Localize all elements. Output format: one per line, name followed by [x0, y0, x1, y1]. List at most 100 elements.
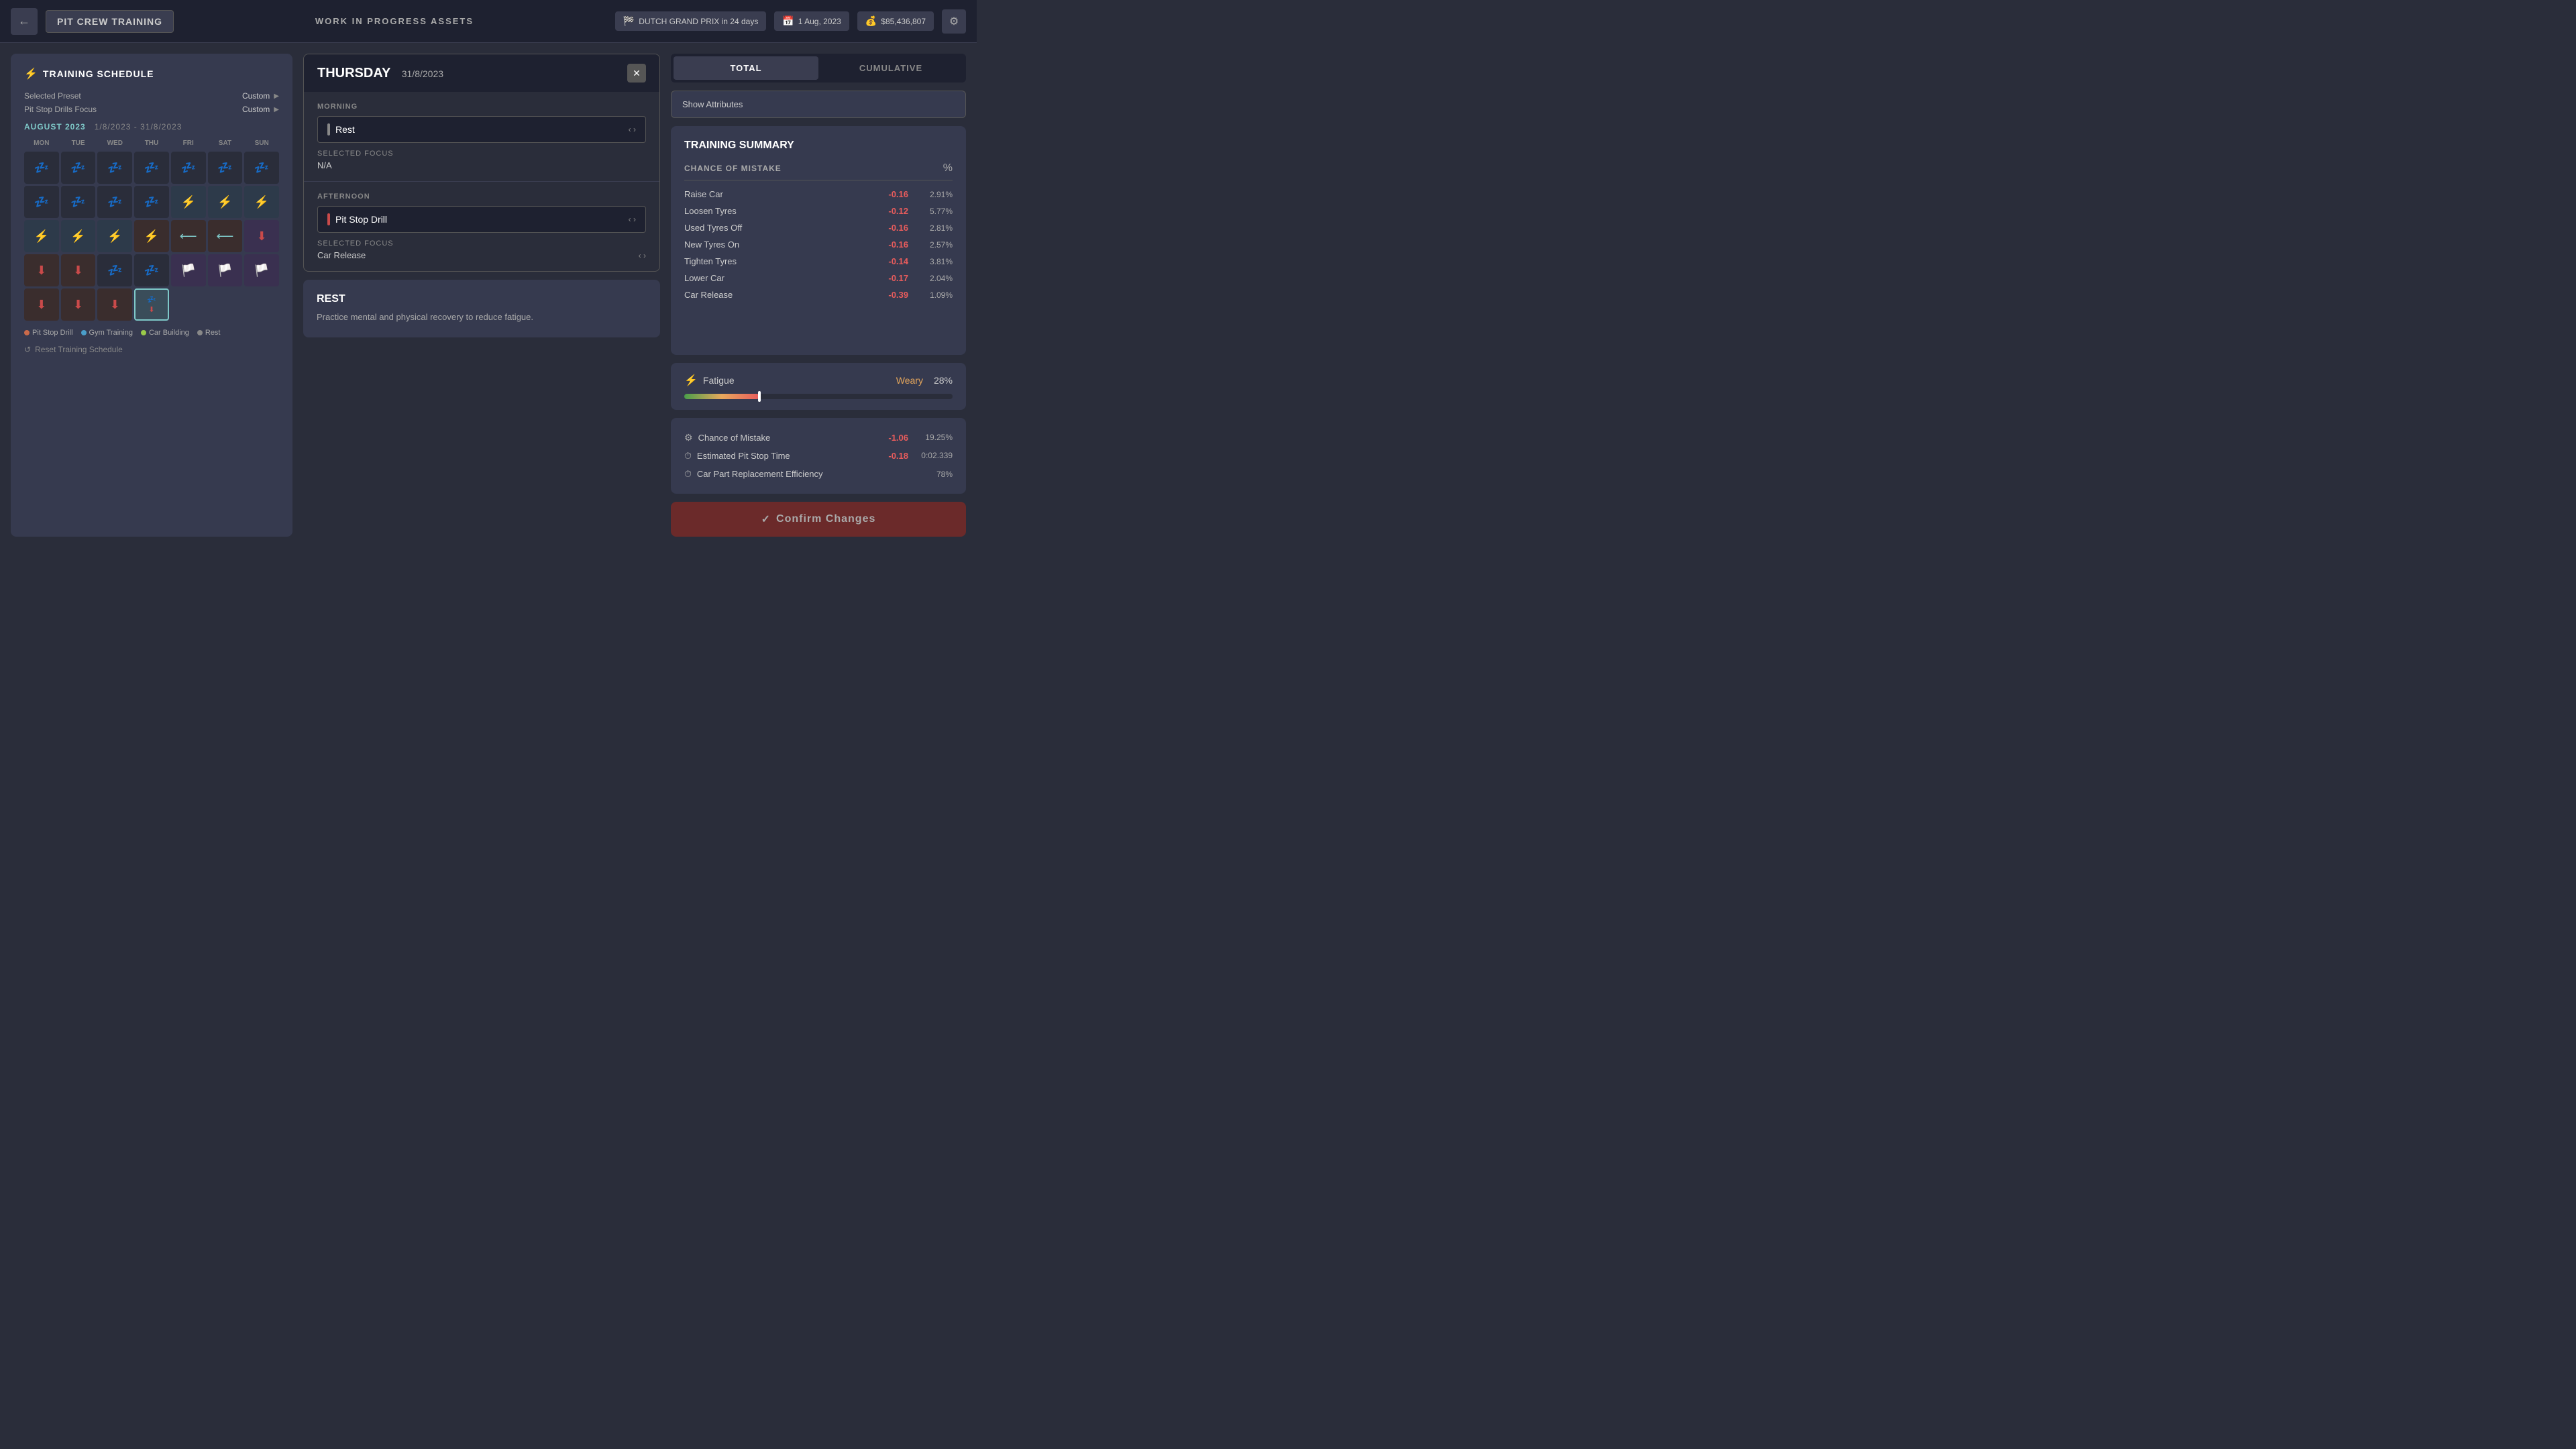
cal-cell-w3-fri[interactable]: ⟵ — [171, 220, 206, 252]
cal-cell-w2-mon[interactable]: 💤 — [24, 186, 59, 218]
cal-cell-w2-sat[interactable]: ⚡ — [208, 186, 243, 218]
morning-activity-selector[interactable]: Rest ‹ › — [317, 116, 646, 143]
afternoon-selector-label: Pit Stop Drill — [327, 213, 387, 225]
cal-cell-w3-mon[interactable]: ⚡ — [24, 220, 59, 252]
morning-section: MORNING Rest ‹ › SELECTED FOCUS N/A — [304, 92, 659, 182]
morning-focus-value: N/A — [317, 160, 332, 170]
summary-row-delta: -0.12 — [888, 206, 908, 216]
cal-cell-w4-thu[interactable]: 💤 — [134, 254, 169, 286]
date-label: 1 Aug, 2023 — [798, 17, 841, 26]
back-button[interactable]: ← — [11, 8, 38, 35]
summary-row: New Tyres On -0.16 2.57% — [684, 236, 953, 253]
cal-cell-w2-fri[interactable]: ⚡ — [171, 186, 206, 218]
top-info: 🏁 DUTCH GRAND PRIX in 24 days 📅 1 Aug, 2… — [615, 9, 966, 34]
summary-row-pct: 2.91% — [919, 190, 953, 199]
preset-value: Custom — [242, 91, 270, 101]
cal-cell-w1-mon[interactable]: 💤 — [24, 152, 59, 184]
cal-cell-w5-fri — [171, 288, 206, 321]
legend-dot-rest — [197, 330, 203, 335]
cal-cell-w4-wed[interactable]: 💤 — [97, 254, 132, 286]
cal-cell-w4-fri[interactable]: 🏳️ — [171, 254, 206, 286]
fatigue-label: Fatigue — [703, 375, 735, 386]
reset-training-button[interactable]: ↺ Reset Training Schedule — [24, 345, 123, 354]
stat-value-efficiency: 78% — [919, 470, 953, 479]
cal-cell-w2-thu[interactable]: 💤 — [134, 186, 169, 218]
legend-label-pit: Pit Stop Drill — [32, 329, 73, 337]
training-schedule-panel: ⚡ TRAINING SCHEDULE Selected Preset Cust… — [11, 54, 292, 537]
stat-label-efficiency: Car Part Replacement Efficiency — [697, 469, 823, 479]
show-attributes-button[interactable]: Show Attributes — [671, 91, 966, 118]
cal-cell-w3-sat[interactable]: ⟵ — [208, 220, 243, 252]
chance-of-mistake-header: CHANCE OF MISTAKE — [684, 164, 782, 173]
afternoon-focus-value-row[interactable]: Car Release ‹ › — [317, 250, 646, 260]
stat-left-mistake: ⚙ Chance of Mistake — [684, 432, 770, 443]
cal-cell-w1-sat[interactable]: 💤 — [208, 152, 243, 184]
modal-close-button[interactable]: ✕ — [627, 64, 646, 83]
stat-values-pittime: -0.18 0:02.339 — [888, 451, 953, 461]
reset-icon: ↺ — [24, 345, 31, 354]
cal-cell-w1-thu[interactable]: 💤 — [134, 152, 169, 184]
cal-cell-w3-thu[interactable]: ⚡ — [134, 220, 169, 252]
afternoon-section: AFTERNOON Pit Stop Drill ‹ › SELECTED FO… — [304, 182, 659, 271]
summary-row-values: -0.14 3.81% — [888, 256, 953, 266]
fatigue-right: Weary 28% — [896, 375, 953, 386]
cal-cell-w5-thu[interactable]: 💤 ⬇ — [134, 288, 169, 321]
cal-cell-w5-wed[interactable]: ⬇ — [97, 288, 132, 321]
stat-label-pittime: Estimated Pit Stop Time — [697, 451, 790, 461]
cal-cell-w4-mon[interactable]: ⬇ — [24, 254, 59, 286]
cal-cell-w4-sat[interactable]: 🏳️ — [208, 254, 243, 286]
cal-cell-w2-sun[interactable]: ⚡ — [244, 186, 279, 218]
cal-cell-w5-sun — [244, 288, 279, 321]
summary-row-delta: -0.39 — [888, 290, 908, 300]
summary-row: Tighten Tyres -0.14 3.81% — [684, 253, 953, 270]
afternoon-activity-selector[interactable]: Pit Stop Drill ‹ › — [317, 206, 646, 233]
summary-row: Raise Car -0.16 2.91% — [684, 186, 953, 203]
summary-row-pct: 5.77% — [919, 207, 953, 216]
summary-row: Car Release -0.39 1.09% — [684, 286, 953, 303]
cal-cell-w2-wed[interactable]: 💤 — [97, 186, 132, 218]
cal-cell-w1-tue[interactable]: 💤 — [61, 152, 96, 184]
tab-cumulative[interactable]: CUMULATIVE — [818, 56, 963, 80]
legend-gym: Gym Training — [81, 329, 133, 337]
cal-cell-w3-tue[interactable]: ⚡ — [61, 220, 96, 252]
legend-label-rest: Rest — [205, 329, 221, 337]
summary-row-values: -0.17 2.04% — [888, 273, 953, 283]
money-info: 💰 $85,436,807 — [857, 11, 934, 31]
summary-row-delta: -0.16 — [888, 189, 908, 199]
confirm-changes-button[interactable]: ✓ Confirm Changes — [671, 502, 966, 537]
legend-label-gym: Gym Training — [89, 329, 133, 337]
cal-cell-w4-sun[interactable]: 🏳️ — [244, 254, 279, 286]
right-panel: TOTAL CUMULATIVE Show Attributes TRAININ… — [671, 54, 966, 537]
rest-title: REST — [317, 293, 647, 305]
stat-values-mistake: -1.06 19.25% — [888, 433, 953, 443]
cal-cell-w2-tue[interactable]: 💤 — [61, 186, 96, 218]
stat-row-pittime: ⏱ Estimated Pit Stop Time -0.18 0:02.339 — [684, 447, 953, 465]
focus-value: Custom — [242, 105, 270, 114]
cal-cell-w1-wed[interactable]: 💤 — [97, 152, 132, 184]
afternoon-label: AFTERNOON — [317, 193, 646, 201]
cal-cell-w5-mon[interactable]: ⬇ — [24, 288, 59, 321]
cal-cell-w1-sun[interactable]: 💤 — [244, 152, 279, 184]
summary-row-label: Lower Car — [684, 273, 724, 283]
stat-row-efficiency: ⏱ Car Part Replacement Efficiency 78% — [684, 465, 953, 483]
settings-button[interactable]: ⚙ — [942, 9, 966, 34]
fatigue-status: Weary — [896, 375, 923, 386]
cal-cell-w5-tue[interactable]: ⬇ — [61, 288, 96, 321]
cal-cell-w3-wed[interactable]: ⚡ — [97, 220, 132, 252]
fatigue-bar — [684, 394, 953, 399]
confirm-label: Confirm Changes — [776, 513, 875, 525]
legend-car: Car Building — [141, 329, 189, 337]
cal-cell-w1-fri[interactable]: 💤 — [171, 152, 206, 184]
stat-delta-pittime: -0.18 — [888, 451, 908, 461]
morning-selector-label: Rest — [327, 123, 355, 136]
stat-label-mistake: Chance of Mistake — [698, 433, 771, 443]
tab-total[interactable]: TOTAL — [674, 56, 818, 80]
summary-row: Used Tyres Off -0.16 2.81% — [684, 219, 953, 236]
morning-activity: Rest — [335, 124, 355, 135]
stat-left-pittime: ⏱ Estimated Pit Stop Time — [684, 450, 790, 462]
month-range: 1/8/2023 - 31/8/2023 — [95, 122, 182, 131]
cal-cell-w4-tue[interactable]: ⬇ — [61, 254, 96, 286]
summary-row-pct: 1.09% — [919, 290, 953, 300]
panel-header: ⚡ TRAINING SCHEDULE — [24, 67, 279, 80]
cal-cell-w3-sun[interactable]: ⬇ — [244, 220, 279, 252]
